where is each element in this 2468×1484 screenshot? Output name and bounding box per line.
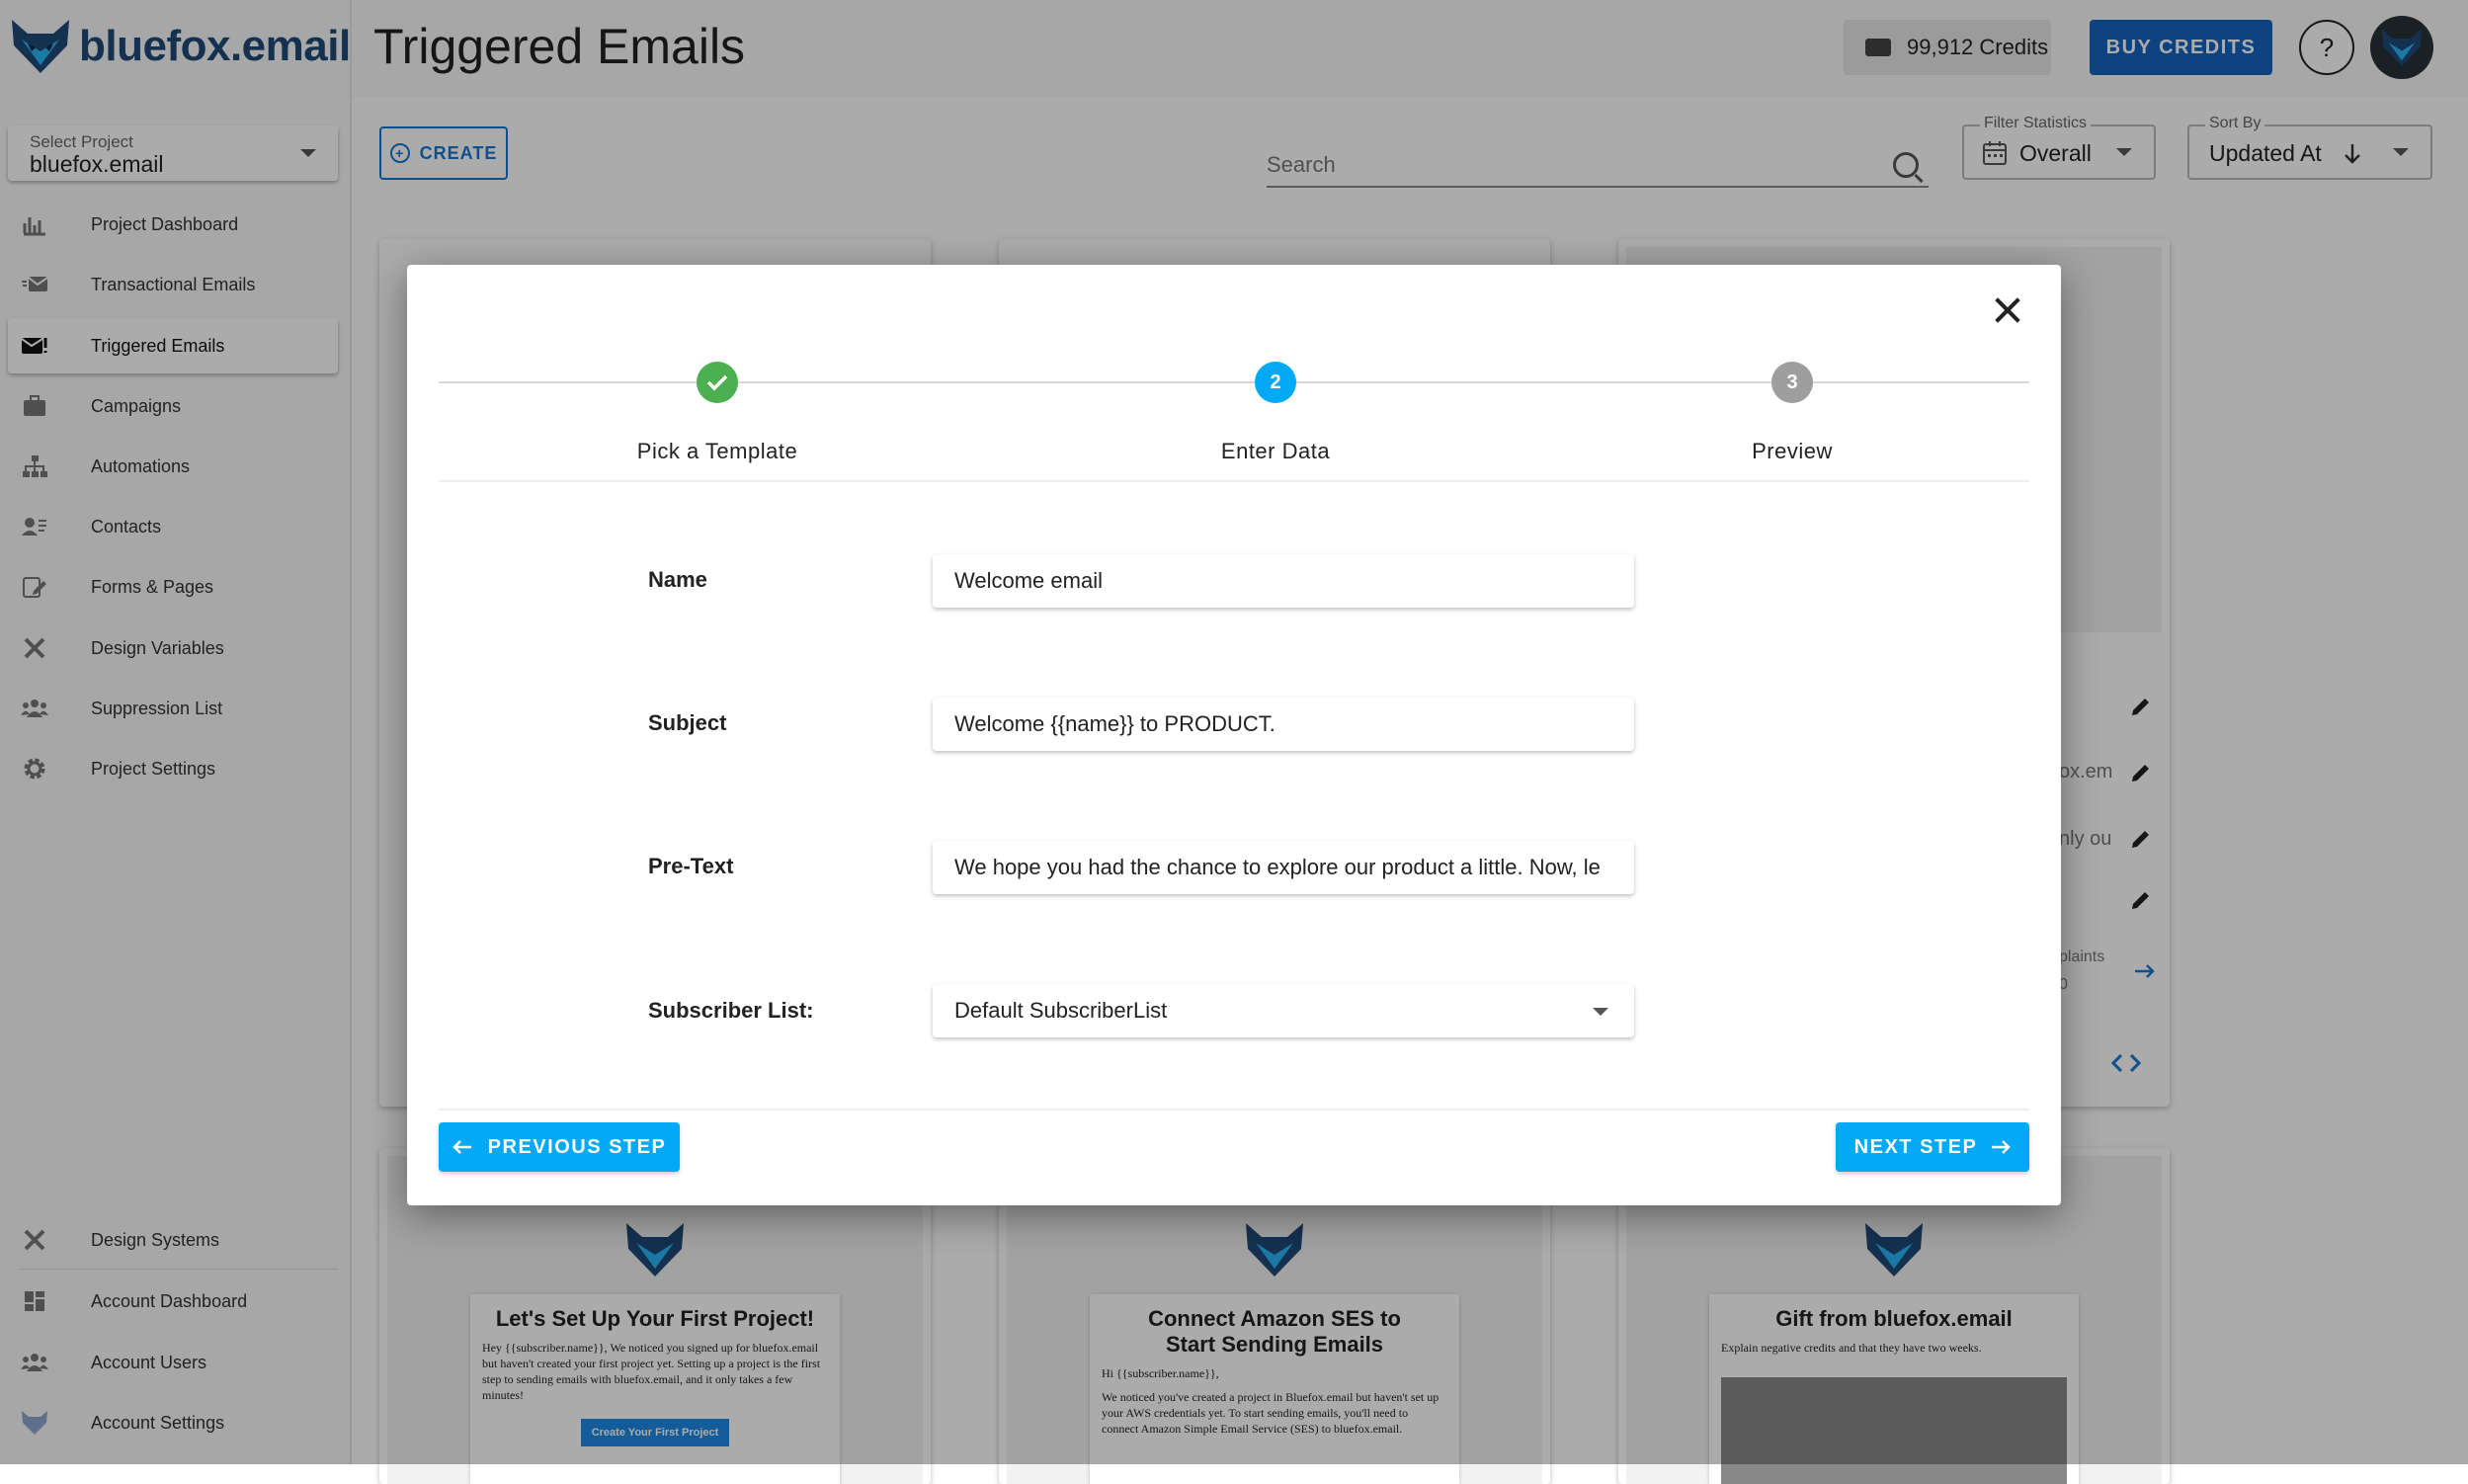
- previous-step-label: PREVIOUS STEP: [487, 1135, 667, 1158]
- step-2-label: Enter Data: [1220, 439, 1331, 463]
- step-2-number: 2: [1270, 371, 1281, 393]
- arrow-right-icon: [1992, 1140, 2012, 1154]
- name-value: Welcome email: [954, 568, 1103, 593]
- subject-field[interactable]: Welcome {{name}} to PRODUCT.: [933, 698, 1634, 751]
- arrow-left-icon: [452, 1140, 471, 1154]
- subscriber-list-label: Subscriber List:: [648, 998, 814, 1023]
- footer-divider: [439, 1109, 2029, 1111]
- step-2-active[interactable]: 2: [1255, 362, 1296, 403]
- subscriber-list-value: Default SubscriberList: [954, 998, 1168, 1023]
- chevron-down-icon: [1593, 1008, 1608, 1016]
- name-label: Name: [648, 567, 707, 592]
- subject-label: Subject: [648, 710, 727, 735]
- next-step-label: NEXT STEP: [1853, 1135, 1978, 1158]
- create-email-dialog: Pick a Template 2 Enter Data 3 Preview N…: [407, 265, 2061, 1205]
- pretext-label: Pre-Text: [648, 854, 734, 878]
- name-field[interactable]: Welcome email: [933, 554, 1634, 608]
- step-1-label: Pick a Template: [636, 439, 798, 463]
- check-icon: [706, 374, 728, 391]
- subject-value: Welcome {{name}} to PRODUCT.: [954, 711, 1275, 736]
- subscriber-list-select[interactable]: Default SubscriberList: [933, 984, 1634, 1037]
- previous-step-button[interactable]: PREVIOUS STEP: [439, 1122, 680, 1172]
- step-3-number: 3: [1786, 371, 1798, 393]
- pretext-field[interactable]: We hope you had the chance to explore ou…: [933, 841, 1634, 894]
- step-3-pending[interactable]: 3: [1771, 362, 1813, 403]
- stepper-divider: [439, 480, 2029, 482]
- pretext-value: We hope you had the chance to explore ou…: [954, 855, 1601, 879]
- step-3-label: Preview: [1752, 439, 1833, 463]
- step-1-complete[interactable]: [697, 362, 738, 403]
- close-icon[interactable]: [1988, 290, 2027, 330]
- app-root: bluefox.email Select Project bluefox.ema…: [0, 0, 2468, 1484]
- next-step-button[interactable]: NEXT STEP: [1836, 1122, 2029, 1172]
